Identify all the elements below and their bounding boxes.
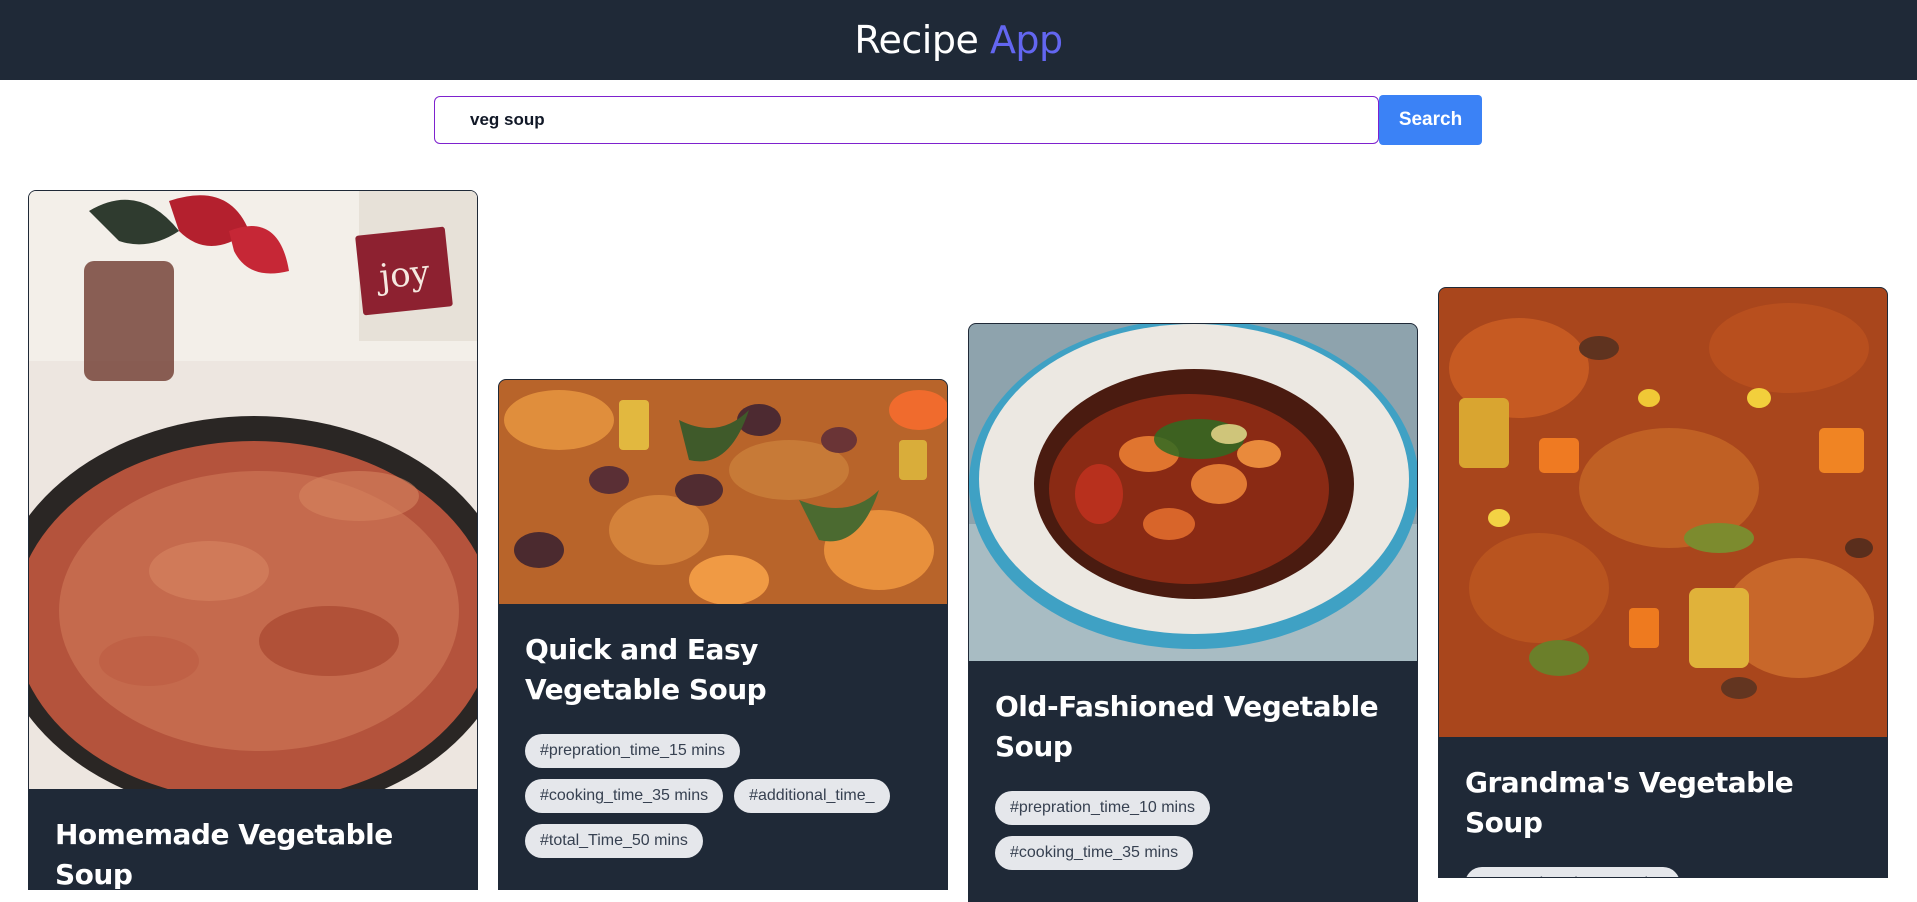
tag-prep-time[interactable]: #prepration_time_15 mins — [525, 734, 740, 768]
app-header: Recipe App — [0, 0, 1917, 80]
recipe-image — [499, 380, 947, 604]
recipe-card[interactable]: Old-Fashioned Vegetable Soup #prepration… — [968, 323, 1418, 902]
tag-list: #prepration_time_15 mins #cooking_time_3… — [525, 734, 921, 858]
soup-bowl-image — [969, 324, 1417, 661]
app-title-accent: App — [989, 18, 1063, 62]
tag-prep-time[interactable]: #prepration_time_10 mins — [995, 791, 1210, 825]
recipe-title[interactable]: Old-Fashioned Vegetable Soup — [995, 687, 1391, 767]
app-title: Recipe App — [854, 18, 1063, 62]
tag-prep-time[interactable]: #prepration_time_20 mins — [1465, 867, 1680, 877]
recipe-card[interactable]: Grandma's Vegetable Soup #prepration_tim… — [1438, 287, 1888, 878]
tag-total-time[interactable]: #total_Time_50 mins — [525, 824, 703, 858]
beef-vegetable-soup-image — [1439, 288, 1887, 737]
recipe-title[interactable]: Quick and Easy Vegetable Soup — [525, 630, 921, 710]
search-bar: Search — [434, 95, 1482, 145]
tag-additional-time[interactable]: #additional_time_ — [734, 779, 890, 813]
recipe-card[interactable]: Quick and Easy Vegetable Soup #prepratio… — [498, 379, 948, 890]
tag-list: #prepration_time_20 mins — [1465, 867, 1861, 877]
tag-cooking-time[interactable]: #cooking_time_35 mins — [995, 836, 1194, 870]
recipe-card[interactable]: joy Homemade Vegetable Soup — [28, 190, 478, 890]
tag-cooking-time[interactable]: #cooking_time_35 mins — [525, 779, 724, 813]
joy-sign-text: joy — [373, 252, 432, 298]
app-title-main: Recipe — [854, 18, 979, 62]
tag-list: #prepration_time_10 mins #cooking_time_3… — [995, 791, 1391, 870]
recipe-image — [969, 324, 1417, 661]
recipe-image: joy — [29, 191, 477, 789]
recipe-title[interactable]: Homemade Vegetable Soup — [55, 815, 451, 889]
search-input[interactable] — [434, 96, 1379, 144]
vegetable-soup-image — [499, 380, 947, 604]
search-button[interactable]: Search — [1379, 95, 1482, 145]
recipe-image — [1439, 288, 1887, 737]
soup-pot-image: joy — [29, 191, 477, 789]
recipe-title[interactable]: Grandma's Vegetable Soup — [1465, 763, 1861, 843]
